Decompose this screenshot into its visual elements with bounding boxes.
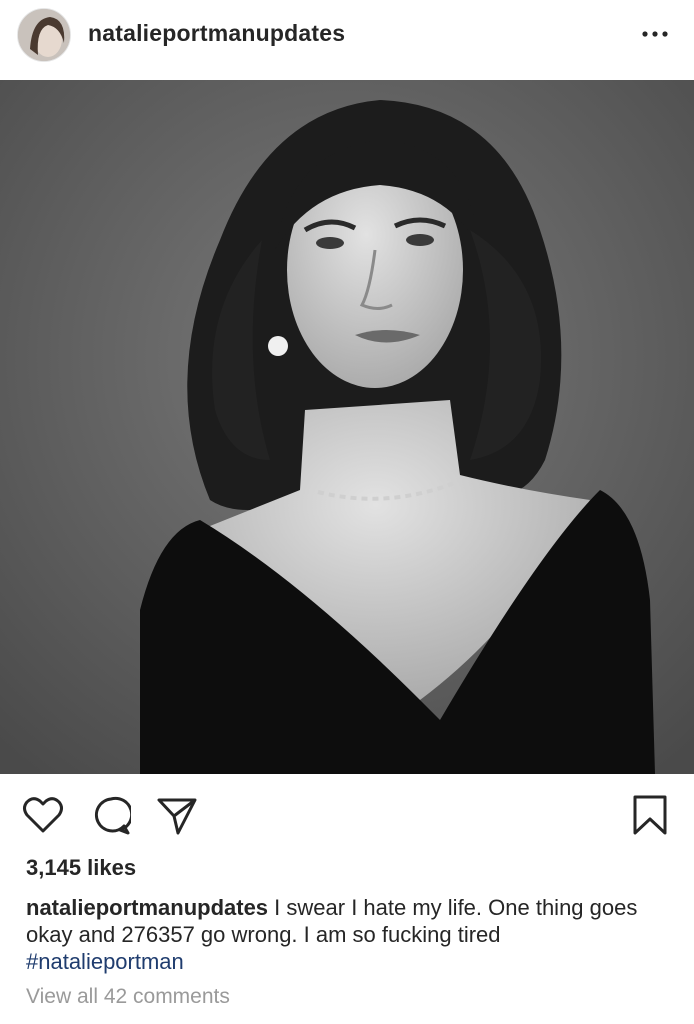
- post-username[interactable]: natalieportmanupdates: [88, 20, 345, 47]
- post-caption: natalieportmanupdates I swear I hate my …: [26, 894, 666, 975]
- comment-icon[interactable]: [91, 796, 131, 836]
- paper-plane-icon[interactable]: [156, 796, 198, 836]
- caption-hashtag[interactable]: #natalieportman: [26, 949, 184, 974]
- heart-icon[interactable]: [22, 796, 64, 834]
- caption-username[interactable]: natalieportmanupdates: [26, 895, 268, 920]
- bookmark-icon[interactable]: [632, 794, 668, 836]
- like-count[interactable]: 3,145 likes: [26, 855, 136, 881]
- post-actions: [0, 774, 694, 848]
- more-options-icon[interactable]: [638, 24, 672, 44]
- post-photo[interactable]: [0, 80, 694, 774]
- view-all-comments-link[interactable]: View all 42 comments: [26, 985, 230, 1009]
- post-header: natalieportmanupdates: [0, 0, 694, 80]
- avatar[interactable]: [17, 8, 71, 62]
